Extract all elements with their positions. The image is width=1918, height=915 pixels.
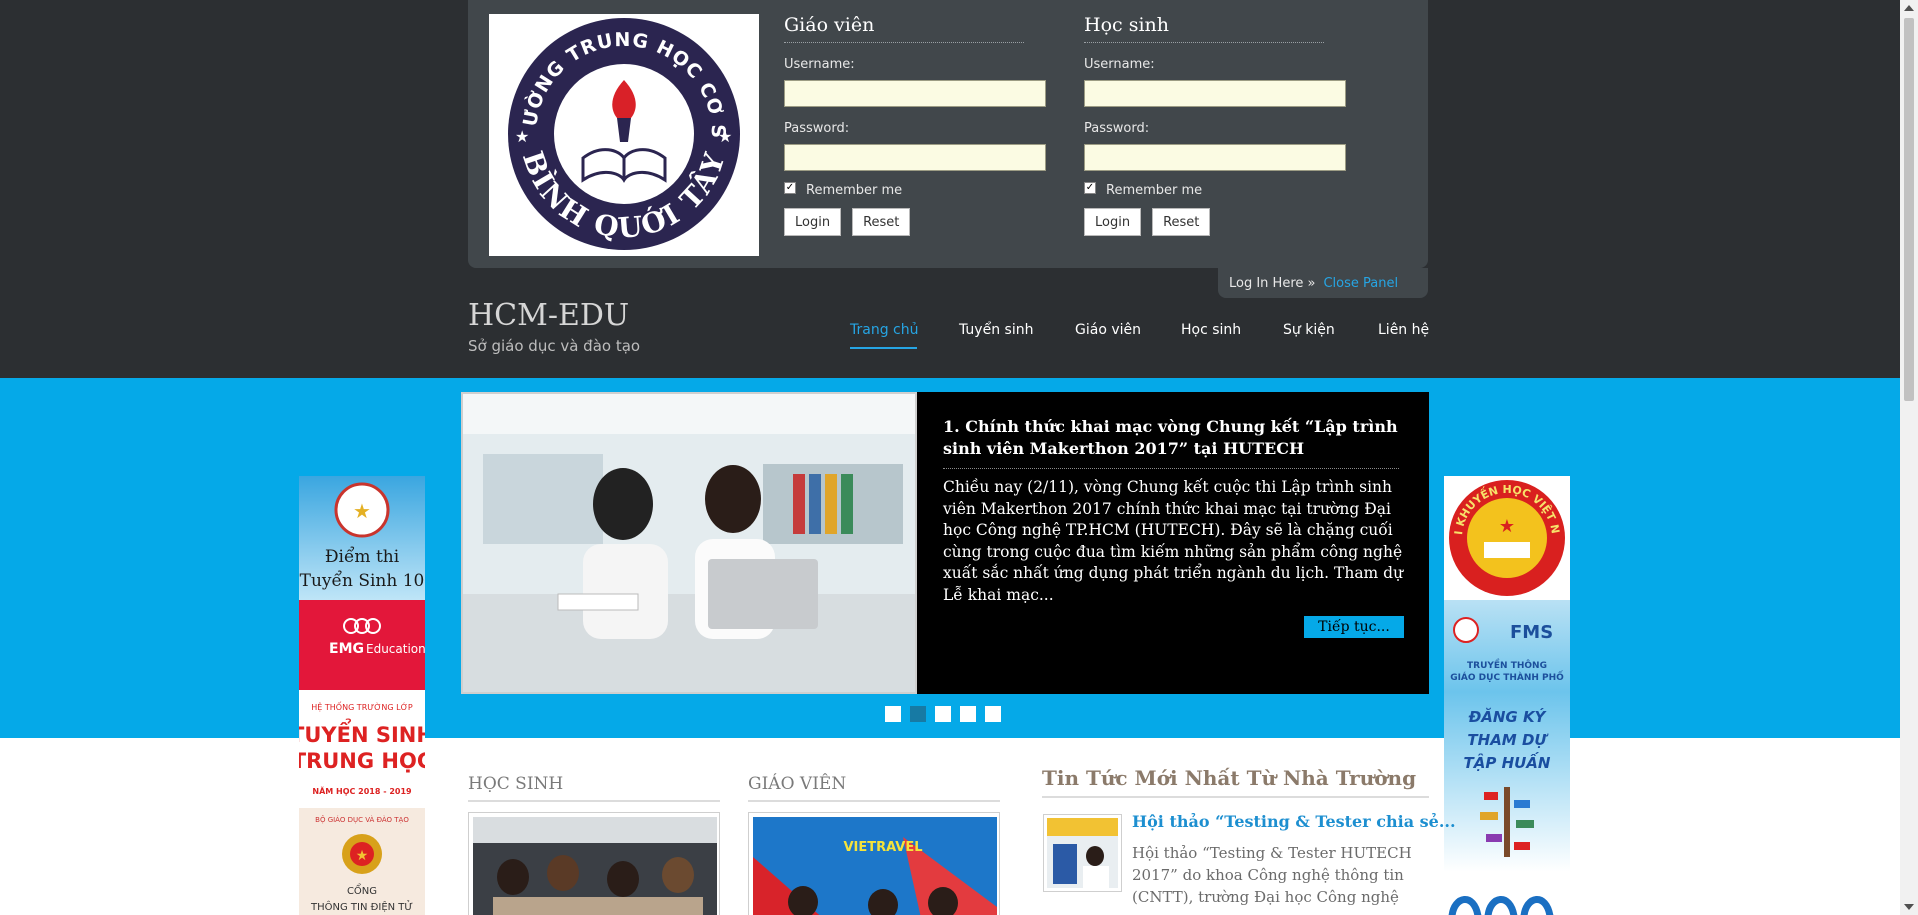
teachers-photo-caption: VIETRAVEL [843,840,922,855]
teacher-login-heading: Giáo viên [784,14,1024,43]
close-panel-link[interactable]: Close Panel [1323,276,1398,291]
nav-item-giao-vien[interactable]: Giáo viên [1075,322,1141,338]
student-login: Học sinh Username: Password: ✓ Remember … [1084,14,1349,236]
svg-text:★: ★ [718,127,732,146]
banner-fms-line2: TRUYỀN THÔNG [1467,658,1547,671]
svg-text:★: ★ [1499,516,1515,537]
student-username-label: Username: [1084,57,1155,72]
login-panel-tab: Log In Here » Close Panel [1218,268,1428,298]
teacher-button-row: Login Reset [784,208,1049,236]
nav-item-su-kien[interactable]: Sự kiện [1283,322,1335,338]
latest-news-heading: Tin Tức Mới Nhất Từ Nhà Trường [1042,766,1429,798]
news-slider: 1. Chính thức khai mạc vòng Chung kết “L… [461,392,1429,694]
svg-text:★: ★ [356,848,369,864]
page: TRƯỜNG TRUNG HỌC CƠ SỞ BÌNH QUỚI TÂY ★ ★… [0,0,1918,915]
scroll-up-arrow-icon[interactable] [1904,5,1914,11]
news-item-title[interactable]: Hội thảo “Testing & Tester chia sẻ... [1132,812,1456,831]
teacher-password-label: Password: [784,121,850,136]
nav-item-tuyen-sinh[interactable]: Tuyển sinh [959,322,1033,338]
banner-cong-thong-tin[interactable]: BỘ GIÁO DỤC VÀ ĐÀO TẠO ★ CỔNG THÔNG TIN … [299,808,425,915]
slider-dot[interactable] [910,706,926,722]
school-emblem-icon: TRƯỜNG TRUNG HỌC CƠ SỞ BÌNH QUỚI TÂY ★ ★ [491,16,740,250]
svg-text:★: ★ [515,127,529,146]
student-login-heading: Học sinh [1084,14,1324,43]
banner-partial[interactable] [1444,882,1570,915]
student-reset-button[interactable]: Reset [1152,208,1211,236]
teacher-remember-row: ✓ Remember me [784,181,1049,198]
slider-dot[interactable] [885,706,901,722]
school-logo: TRƯỜNG TRUNG HỌC CƠ SỞ BÌNH QUỚI TÂY ★ ★ [489,14,759,256]
teacher-username-input[interactable] [784,80,1046,107]
teacher-remember-checkbox[interactable]: ✓ [784,181,796,194]
nav-item-hoc-sinh[interactable]: Học sinh [1181,322,1241,338]
news-item-excerpt: Hội thảo “Testing & Tester HUTECH 2017” … [1132,844,1412,906]
slide-image[interactable] [461,392,917,694]
banner-emg-line2: Education [366,642,425,656]
students-section-heading[interactable]: HỌC SINH [468,774,720,802]
banner-diem-thi-line1: Điểm thi [325,547,400,567]
student-remember-row: ✓ Remember me [1084,181,1349,198]
panel-tab-label: Log In Here » [1229,275,1316,291]
student-password-input[interactable] [1084,144,1346,171]
banner-fms-line1: FMS [1510,622,1553,643]
slider-dot[interactable] [960,706,976,722]
banner-dk-line1: ĐĂNG KÝ [1468,707,1548,726]
slide-caption: 1. Chính thức khai mạc vòng Chung kết “L… [943,416,1413,606]
main-nav: Trang chủ Tuyển sinh Giáo viên Học sinh … [0,322,1430,352]
banner-emg-line1: EMG [329,641,364,657]
banner-diem-thi[interactable]: ★ Điểm thi Tuyển Sinh 10 [299,476,425,600]
slide-read-more-button[interactable]: Tiếp tục... [1304,616,1404,638]
banner-ts-line4: NĂM HỌC 2018 - 2019 [312,785,412,796]
teachers-section-heading[interactable]: GIÁO VIÊN [748,774,1000,802]
teachers-section-image[interactable]: VIETRAVEL [748,812,1000,915]
slider-dot[interactable] [985,706,1001,722]
page-scrollbar[interactable] [1900,0,1918,915]
nav-item-trang-chu[interactable]: Trang chủ [850,322,918,338]
teacher-login: Giáo viên Username: Password: ✓ Remember… [784,14,1049,236]
banner-dang-ky[interactable]: ĐĂNG KÝ THAM DỰ TẬP HUẤN [1444,692,1570,872]
banner-ct-line1: BỘ GIÁO DỤC VÀ ĐÀO TẠO [315,815,409,824]
teacher-password-input[interactable] [784,144,1046,171]
banner-ct-line3: THÔNG TIN ĐIỆN TỬ [310,899,413,913]
login-panel: TRƯỜNG TRUNG HỌC CƠ SỞ BÌNH QUỚI TÂY ★ ★… [468,0,1428,268]
banner-khuyen-hoc[interactable]: HỘI KHUYẾN HỌC VIỆT NAM ★ [1444,476,1570,600]
banner-fms-line3: GIÁO DỤC THÀNH PHỐ [1450,670,1564,683]
nav-item-lien-he[interactable]: Liên hệ [1378,322,1429,338]
news-item-thumbnail[interactable] [1043,814,1122,892]
nav-active-indicator [850,347,917,349]
teacher-reset-button[interactable]: Reset [852,208,911,236]
students-section-image[interactable] [468,812,720,915]
slider-pagination [885,706,1010,722]
slide-title[interactable]: 1. Chính thức khai mạc vòng Chung kết “L… [943,416,1399,469]
svg-text:★: ★ [353,499,371,523]
banner-fms[interactable]: FMS TRUYỀN THÔNG GIÁO DỤC THÀNH PHỐ [1444,600,1570,692]
scrollbar-thumb[interactable] [1904,18,1914,401]
banner-ts-line3: TRUNG HỌC [299,749,425,773]
banner-emg[interactable]: EMG Education [299,600,425,690]
banner-tuyen-sinh[interactable]: HỆ THỐNG TRƯỜNG LỚP TUYỂN SINH TRUNG HỌC… [299,690,425,808]
student-password-label: Password: [1084,121,1150,136]
slider-dot[interactable] [935,706,951,722]
student-remember-checkbox[interactable]: ✓ [1084,181,1096,194]
banner-ts-line2: TUYỂN SINH [299,719,425,747]
banner-dk-line3: TẬP HUẤN [1464,751,1551,772]
teacher-username-label: Username: [784,57,855,72]
teacher-login-button[interactable]: Login [784,208,842,236]
teacher-remember-label: Remember me [806,183,903,198]
student-username-input[interactable] [1084,80,1346,107]
banner-ct-line2: CỔNG [347,882,377,897]
banner-ts-line1: HỆ THỐNG TRƯỜNG LỚP [311,700,413,713]
student-remember-label: Remember me [1106,183,1203,198]
scroll-down-arrow-icon[interactable] [1904,904,1914,910]
banner-diem-thi-line2: Tuyển Sinh 10 [300,571,425,591]
banner-dk-line2: THAM DỰ [1467,731,1549,749]
student-login-button[interactable]: Login [1084,208,1142,236]
slide-excerpt: Chiều nay (2/11), vòng Chung kết cuộc th… [943,478,1404,604]
student-button-row: Login Reset [1084,208,1349,236]
